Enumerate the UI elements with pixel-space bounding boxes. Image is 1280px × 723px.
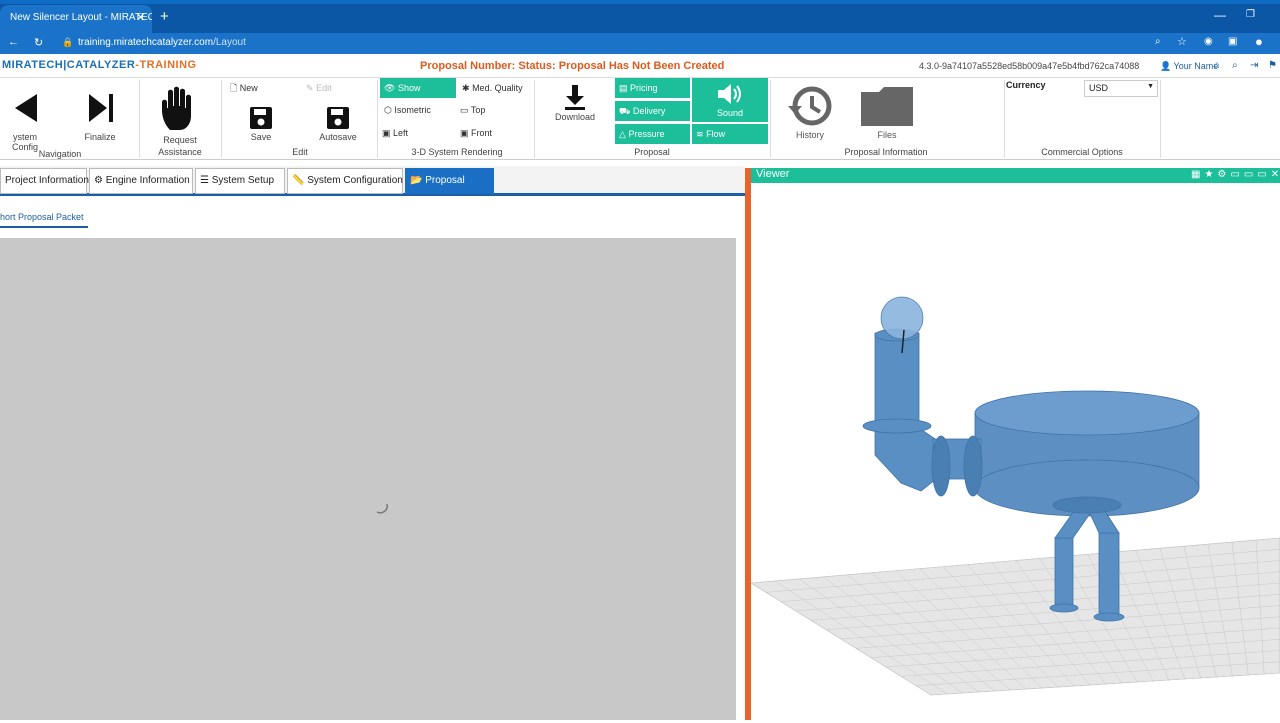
restore-icon[interactable]: ❐ <box>1246 9 1255 20</box>
silencer-3d-model <box>750 296 1280 696</box>
autosave-icon <box>327 107 349 129</box>
flow-button[interactable]: ≋ Flow <box>692 124 768 144</box>
address-bar: ← ↻ 🔒 training.miratechcatalyzer.com/Lay… <box>0 33 1280 54</box>
folder-open-icon: 📂 <box>410 175 423 186</box>
currency-label: Currency <box>1006 80 1046 90</box>
left-view-button[interactable]: ▣ Left <box>378 123 408 143</box>
hand-icon <box>162 86 191 130</box>
search-icon[interactable]: ⌕ <box>1232 60 1238 71</box>
isometric-button[interactable]: ⬡ Isometric <box>380 100 431 120</box>
home-icon[interactable]: ⌂ <box>1214 60 1220 71</box>
lock-icon: 🔒 <box>62 37 74 47</box>
save-button[interactable]: Save <box>244 106 278 142</box>
cast-icon[interactable]: ▣ <box>1228 36 1237 47</box>
quality-icon: ✱ <box>462 83 470 93</box>
viewer-title: Viewer <box>756 168 790 180</box>
user-menu[interactable]: 👤 Your Name <box>1160 61 1218 72</box>
proposal-group-label: Proposal <box>634 147 670 157</box>
browser-tab-bar <box>0 0 1280 33</box>
rendering-group-label: 3-D System Rendering <box>411 147 503 157</box>
tab-proposal[interactable]: 📂 Proposal <box>405 168 494 194</box>
chevron-down-icon: ▼ <box>1147 83 1154 90</box>
tab-system-setup[interactable]: ☰ System Setup <box>195 168 285 194</box>
back-arrow-icon <box>15 94 37 122</box>
tab-project-information[interactable]: Project Information <box>0 168 89 194</box>
truck-icon: ⛟ <box>619 106 631 116</box>
files-button[interactable]: Files <box>858 84 916 140</box>
app-header: MIRATECH|CATALYZER-TRAINING Proposal Num… <box>0 54 1280 78</box>
navigation-group-label: Navigation <box>38 149 82 159</box>
extension-icon[interactable]: ◉ <box>1204 36 1213 47</box>
med-quality-button[interactable]: ✱ Med. Quality <box>458 78 523 98</box>
back-icon[interactable]: ← <box>8 36 19 48</box>
document-preview-area <box>0 238 736 720</box>
logo[interactable]: MIRATECH|CATALYZER-TRAINING <box>2 59 197 71</box>
sound-button[interactable]: Sound <box>692 78 768 122</box>
folder-icon <box>861 87 913 126</box>
tab-system-configuration[interactable]: 📏 System Configuration <box>287 168 403 194</box>
skip-forward-icon <box>89 94 113 122</box>
triangle-icon: △ <box>619 129 626 139</box>
setup-icon: ☰ <box>200 175 209 186</box>
floor-grid <box>750 537 1280 696</box>
top-view-icon: ▭ <box>460 105 469 115</box>
elbow-pipe <box>862 332 983 497</box>
left-view-icon: ▣ <box>382 128 391 138</box>
document-icon: 🗋 <box>230 83 238 93</box>
eye-icon: 👁 <box>384 83 396 93</box>
currency-select[interactable]: USD ▼ <box>1084 80 1158 97</box>
show-button[interactable]: 👁 Show <box>380 78 456 98</box>
info-group-label: Proposal Information <box>844 147 928 157</box>
speaker-icon <box>718 84 741 104</box>
download-icon <box>565 85 585 110</box>
top-view-button[interactable]: ▭ Top <box>456 100 485 120</box>
pricing-button[interactable]: ▤ Pricing <box>615 78 690 98</box>
profile-icon[interactable]: ● <box>1255 34 1263 49</box>
new-tab-button[interactable]: + <box>160 8 169 25</box>
proposal-status: Proposal Number: Status: Proposal Has No… <box>420 60 725 72</box>
edit-button[interactable]: ✎ Edit <box>302 78 332 98</box>
history-button[interactable]: History <box>784 84 836 140</box>
browser-tab-title: New Silencer Layout - MIRATECH <box>10 12 152 23</box>
money-icon: ▤ <box>619 83 628 93</box>
edit-group-label: Edit <box>292 147 308 157</box>
3d-viewer-canvas[interactable] <box>750 183 1280 720</box>
cube-icon: ⬡ <box>384 105 392 115</box>
new-button[interactable]: 🗋 New <box>226 78 258 98</box>
version-label: 4.3.0-9a74107a5528ed58b009a47e5b4fbd762c… <box>919 61 1140 71</box>
request-assistance-button[interactable]: Request Assistance <box>150 86 210 158</box>
finalize-button[interactable]: Finalize <box>80 92 120 142</box>
loading-spinner-icon <box>376 503 388 514</box>
pencil-icon: ✎ <box>306 83 314 93</box>
browser-tab[interactable]: New Silencer Layout - MIRATECH <box>0 5 152 33</box>
system-config-button[interactable]: ystem Config <box>0 92 50 152</box>
history-icon <box>788 86 832 126</box>
reload-icon[interactable]: ↻ <box>34 36 43 49</box>
save-icon <box>250 107 272 129</box>
tab-engine-information[interactable]: ⚙ Engine Information <box>89 168 193 194</box>
front-view-button[interactable]: ▣ Front <box>456 123 492 143</box>
viewer-header: Viewer ▦★⚙▭▭▭✕ <box>751 168 1280 183</box>
delivery-button[interactable]: ⛟ Delivery <box>615 101 690 121</box>
ruler-icon: 📏 <box>292 175 305 186</box>
flag-icon[interactable]: ⚑ <box>1268 60 1277 71</box>
front-view-icon: ▣ <box>460 128 469 138</box>
tab-close-icon[interactable]: ✕ <box>136 11 145 24</box>
viewer-toolbar-icons[interactable]: ▦★⚙▭▭▭✕ <box>1191 169 1280 180</box>
subtab-short-proposal-packet[interactable]: hort Proposal Packet <box>0 212 88 228</box>
download-button[interactable]: Download <box>552 84 598 122</box>
commercial-group-label: Commercial Options <box>1041 147 1123 157</box>
pressure-button[interactable]: △ Pressure <box>615 124 690 144</box>
url-field[interactable]: training.miratechcatalyzer.com/Layout <box>78 37 246 48</box>
logout-icon[interactable]: ⇥ <box>1250 60 1258 71</box>
minimize-icon[interactable]: — <box>1214 8 1226 22</box>
engine-icon: ⚙ <box>94 175 103 186</box>
bookmark-star-icon[interactable]: ☆ <box>1177 35 1187 48</box>
zoom-icon[interactable]: ⌕ <box>1155 36 1161 47</box>
flow-icon: ≋ <box>696 129 704 139</box>
autosave-button[interactable]: Autosave <box>316 106 360 142</box>
